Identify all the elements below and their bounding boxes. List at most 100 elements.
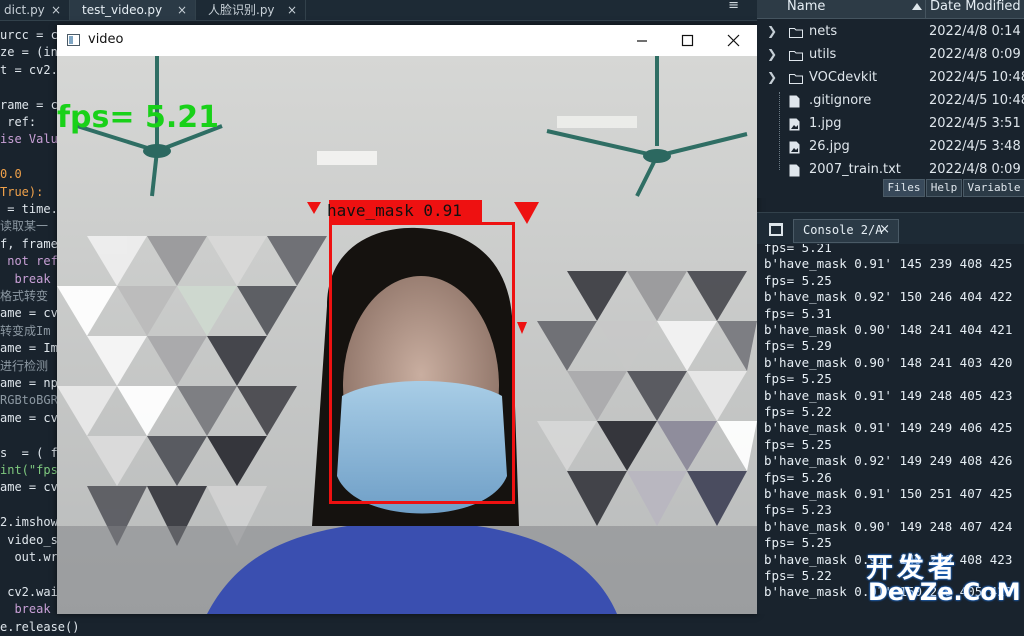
code-line: break	[0, 271, 51, 286]
console-line: b'have_mask 0.90' 148 241 403 420	[764, 354, 1013, 370]
column-header-date[interactable]: Date Modified	[930, 0, 1021, 14]
console-line: fps= 5.23	[764, 502, 832, 518]
file-row-26jpg[interactable]: 26.jpg 2022/4/5 3:48	[757, 137, 1024, 160]
file-name: 2007_train.txt	[809, 162, 901, 177]
minimize-icon	[637, 40, 647, 42]
file-row-gitignore[interactable]: .gitignore 2022/4/5 10:48	[757, 91, 1024, 114]
file-date: 2022/4/8 0:09	[929, 162, 1021, 177]
console-window-icon[interactable]	[769, 223, 783, 236]
console-line: b'have_mask 0.90' 149 248 407 424	[764, 518, 1013, 534]
file-name: 1.jpg	[809, 116, 842, 131]
code-line: f, frame	[0, 236, 58, 251]
minimize-button[interactable]	[619, 25, 665, 56]
console-line: fps= 5.21	[764, 244, 832, 255]
image-file-icon	[789, 118, 800, 131]
code-line: ame = cv	[0, 410, 58, 425]
console-line: fps= 5.25	[764, 272, 832, 288]
code-line: 2.imshow	[0, 515, 58, 530]
column-header-name[interactable]: Name	[787, 0, 825, 14]
files-pane: Name Date Modified ❯ nets 2022/4/8 0:14 …	[757, 0, 1024, 178]
file-date: 2022/4/5 3:48	[929, 139, 1021, 154]
tab-menu-icon[interactable]: ≡	[728, 0, 739, 13]
image-file-icon	[789, 141, 800, 154]
code-line: not ref	[0, 254, 58, 269]
chevron-right-icon[interactable]: ❯	[767, 70, 777, 84]
window-titlebar[interactable]: video	[57, 25, 757, 56]
video-window[interactable]: video fps= 5.21 have_mask 0.91	[57, 25, 757, 614]
console-line: b'have_mask 0.92' 149 249 408 426	[764, 453, 1013, 469]
code-line: = time.	[0, 202, 58, 216]
close-icon[interactable]: ×	[177, 0, 187, 20]
code-line: 进行检测	[0, 358, 49, 373]
code-line: RGBtoBGR	[0, 393, 58, 408]
close-button[interactable]	[711, 25, 757, 56]
code-line: break	[0, 602, 51, 617]
file-date: 2022/4/5 10:48	[929, 70, 1024, 85]
console-line: fps= 5.25	[764, 371, 832, 387]
detection-label: have_mask 0.91	[327, 201, 462, 220]
editor-tab-label: dict.py	[4, 3, 45, 17]
file-row-nets[interactable]: ❯ nets 2022/4/8 0:14	[757, 22, 1024, 45]
console-line: b'have_mask 0.91' 149 249 406 425	[764, 420, 1013, 436]
code-line: 格式转变	[0, 289, 49, 303]
folder-icon	[789, 51, 803, 61]
close-icon[interactable]: ×	[287, 0, 297, 20]
detection-box	[329, 222, 515, 504]
file-row-vocdevkit[interactable]: ❯ VOCdevkit 2022/4/5 10:48	[757, 68, 1024, 91]
maximize-icon	[681, 34, 694, 47]
file-name: nets	[809, 24, 838, 39]
file-icon	[789, 164, 800, 177]
sort-ascending-icon[interactable]	[912, 3, 922, 10]
code-line: int("fps	[0, 463, 58, 477]
code-line: ref:	[0, 115, 37, 129]
console-line: fps= 5.26	[764, 469, 832, 485]
file-name: utils	[809, 47, 837, 62]
pane-tab-bar: Files Help Variable	[757, 178, 1024, 198]
console-tab[interactable]: Console 2/A ×	[793, 219, 899, 243]
maximize-button[interactable]	[665, 25, 711, 56]
code-line: out.wr	[0, 550, 58, 564]
file-row-utils[interactable]: ❯ utils 2022/4/8 0:09	[757, 45, 1024, 68]
console-line: b'have_mask 0.91' 150 251 407 425	[764, 486, 1013, 501]
file-date: 2022/4/8 0:14	[929, 24, 1021, 39]
code-line: ame = cv	[0, 480, 58, 495]
editor-tab-face-recognition[interactable]: 人脸识别.py ×	[196, 0, 306, 20]
watermark: 开发者 DevZe.CoM	[866, 546, 1024, 614]
file-row-1jpg[interactable]: 1.jpg 2022/4/5 3:51	[757, 114, 1024, 137]
close-icon[interactable]: ×	[51, 0, 61, 20]
code-line: 转变成Im	[0, 323, 51, 338]
code-line: 读取某一	[0, 219, 49, 234]
file-row-2007-train[interactable]: 2007_train.txt 2022/4/8 0:09	[757, 160, 1024, 178]
code-line: 0.0	[0, 167, 22, 182]
console-line: b'have_mask 0.90' 148 241 404 421	[764, 322, 1013, 337]
editor-tab-test-video[interactable]: test_video.py ×	[70, 0, 196, 20]
file-date: 2022/4/8 0:09	[929, 47, 1021, 62]
code-line: video_s	[0, 532, 58, 547]
console-line: fps= 5.29	[764, 338, 832, 354]
chevron-right-icon[interactable]: ❯	[767, 47, 777, 61]
chevron-right-icon[interactable]: ❯	[767, 24, 777, 38]
code-line: t = cv2.	[0, 62, 58, 77]
pane-tab-files[interactable]: Files	[883, 179, 925, 197]
file-date: 2022/4/5 3:51	[929, 116, 1021, 131]
editor-tab-label: test_video.py	[82, 3, 163, 17]
code-line: ame = Im	[0, 341, 58, 356]
close-icon[interactable]: ×	[879, 222, 890, 237]
console-line: b'have_mask 0.91' 149 248 405 423	[764, 387, 1013, 403]
console-line: fps= 5.22	[764, 568, 832, 583]
column-divider[interactable]	[925, 0, 926, 18]
console-line: fps= 5.31	[764, 305, 832, 321]
console-tab-label: Console 2/A	[803, 223, 883, 237]
close-icon	[727, 34, 740, 47]
watermark-en: DevZe.CoM	[868, 578, 1021, 606]
window-title: video	[88, 32, 124, 47]
console-line: fps= 5.25	[764, 535, 832, 551]
code-line: cv2.wai	[0, 584, 58, 599]
code-line: e.release()	[0, 619, 80, 634]
console-line: fps= 5.22	[764, 404, 832, 419]
pane-tab-help[interactable]: Help	[926, 179, 962, 197]
file-date: 2022/4/5 10:48	[929, 93, 1024, 108]
file-icon	[789, 95, 800, 108]
editor-tab-dict[interactable]: dict.py ×	[0, 0, 70, 20]
pane-tab-variable[interactable]: Variable	[963, 179, 1024, 197]
